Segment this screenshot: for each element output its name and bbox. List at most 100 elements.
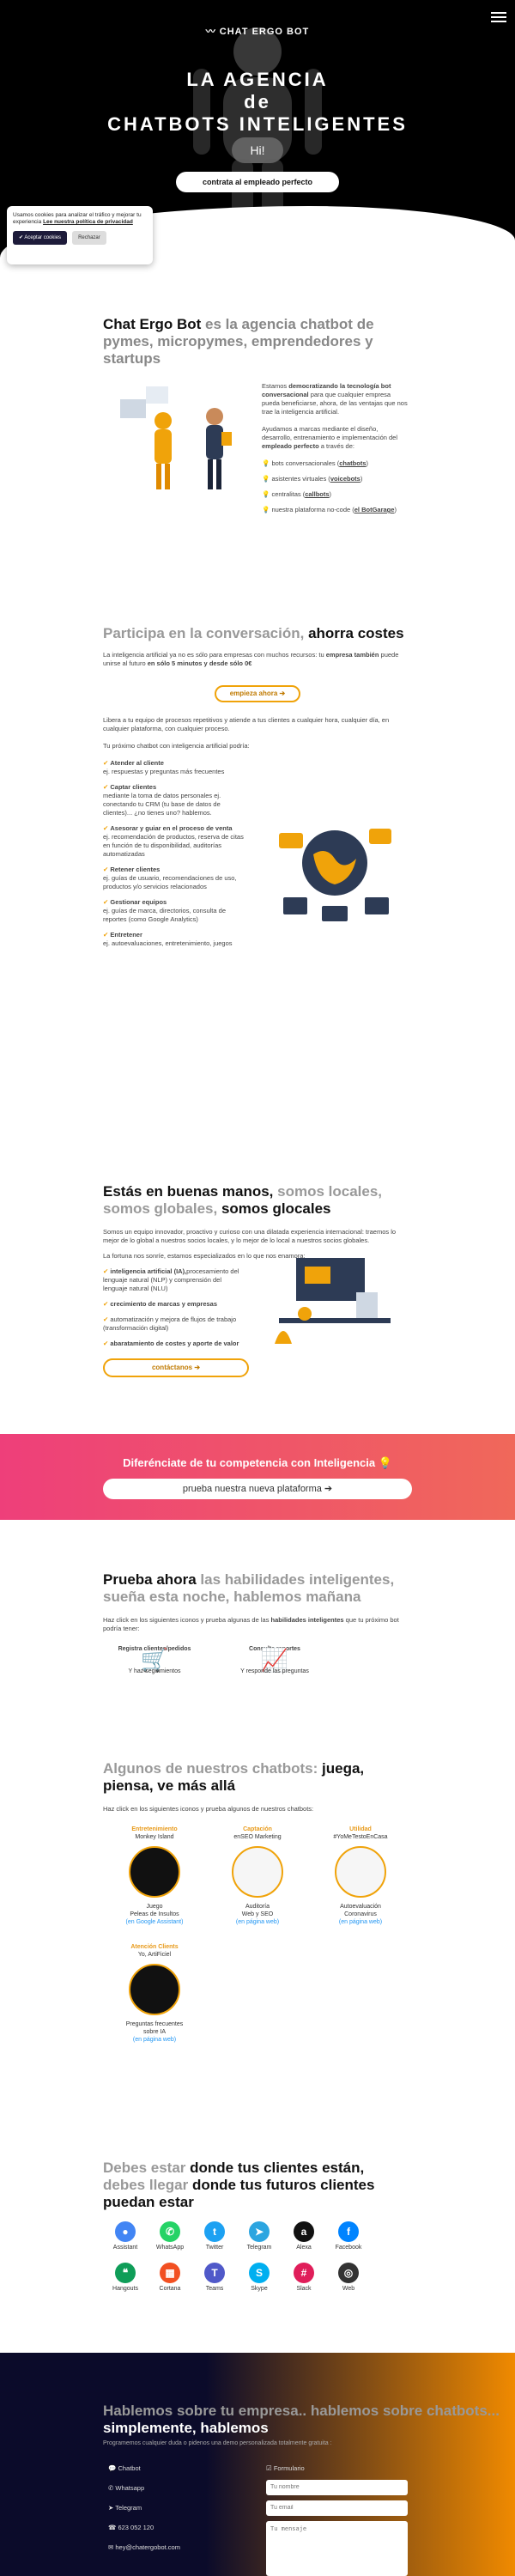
footer-link-label: Chatbot xyxy=(118,2464,141,2472)
channel-skype[interactable]: S Skype xyxy=(237,2263,282,2292)
intro-list-item: 💡 nuestra plataforma no-code (el BotGara… xyxy=(262,506,408,514)
message-field[interactable] xyxy=(266,2521,408,2576)
intro-text: Estamos democratizando la tecnología bot… xyxy=(262,382,408,521)
channel-label: Alexa xyxy=(296,2245,312,2251)
slack-icon: # xyxy=(294,2263,314,2283)
accept-cookies-button[interactable]: ✔ Aceptar cookies xyxy=(13,231,68,245)
channel-label: Slack xyxy=(296,2286,312,2292)
skill-card-orders[interactable]: Registra clientes/pedidos 🛒 Y haz seguim… xyxy=(103,1645,206,1675)
contact-footer: Hablemos sobre tu empresa.. hablemos sob… xyxy=(0,2353,515,2576)
item-link[interactable]: voicebots xyxy=(330,475,360,483)
footer-title-bold: simplemente, hablemos xyxy=(103,2420,269,2436)
team-title-bold: Estás en buenas manos, xyxy=(103,1183,274,1200)
footer-link-whatsapp[interactable]: ✆ Whatsapp xyxy=(108,2484,144,2492)
channel-web[interactable]: ◎ Web xyxy=(326,2263,371,2292)
skills-section: Prueba ahora las habilidades inteligente… xyxy=(0,1571,515,1675)
channel-assistant[interactable]: ● Assistant xyxy=(103,2221,148,2251)
channel-slack[interactable]: # Slack xyxy=(282,2263,326,2292)
chatbot-desc: Autoevaluación xyxy=(340,1904,381,1910)
chatbot-avatar xyxy=(232,1846,283,1898)
item-link[interactable]: el BotGarage xyxy=(354,506,395,513)
feature-title: Gestionar equipos xyxy=(110,898,167,906)
chatbot-name: Monkey Island xyxy=(135,1834,174,1840)
feature-item: ✔ Retener clientes ej. guías de usuario, … xyxy=(103,866,245,891)
skill-card-caption: Y responde las preguntas xyxy=(240,1668,309,1674)
skills-p: Haz click en los siguientes iconos y pru… xyxy=(103,1616,412,1633)
conv-title-light: Participa en la conversación, xyxy=(103,625,305,641)
chatbot-category: Captación xyxy=(243,1826,272,1832)
chatbot-name: Yo, ArtiFiciel xyxy=(137,1952,172,1958)
skills-p-pre: Haz click en los siguientes iconos y pru… xyxy=(103,1616,270,1624)
skype-icon: S xyxy=(249,2263,270,2283)
item-text: nuestra plataforma no-code ( xyxy=(271,506,354,513)
chatbot-desc: Web y SEO xyxy=(241,1911,274,1917)
chatbot-card[interactable]: Entretenimiento Monkey Island Juego Peleas … xyxy=(103,1826,206,1926)
contact-button[interactable]: contáctanos ➔ xyxy=(103,1358,249,1377)
chatbot-avatar xyxy=(129,1846,180,1898)
chatbot-card[interactable]: Atención Clients Yo, ArtiFiciel Preguntas … xyxy=(103,1943,206,2044)
conv-title-bold: ahorra costes xyxy=(308,625,404,641)
channels-title-4: donde tus futuros clientes xyxy=(191,2177,375,2193)
people-illustration xyxy=(120,386,232,489)
item-link[interactable]: callbots xyxy=(305,490,329,498)
channel-teams[interactable]: T Teams xyxy=(192,2263,237,2292)
menu-icon[interactable] xyxy=(491,12,506,22)
intro-list-item: 💡 asistentes virtuales (voicebots) xyxy=(262,475,408,483)
conv-p3: Tu próximo chatbot con inteligencia arti… xyxy=(103,742,250,750)
feature-item: ✔ Entretener ej. autoevaluaciones, entret… xyxy=(103,931,245,948)
globe-illustration xyxy=(279,829,391,921)
channel-cortana[interactable]: ▦ Cortana xyxy=(148,2263,192,2292)
specialty-bold: abaratamiento de costes y aporte de valo… xyxy=(110,1340,239,1347)
item-text: ) xyxy=(360,475,363,483)
chatbot-link[interactable]: (en página web) xyxy=(309,1918,412,1926)
item-text: bots conversacionales ( xyxy=(271,459,340,467)
specialty-item: ✔ crecimiento de marcas y empresas xyxy=(103,1300,245,1309)
channel-facebook[interactable]: f Facebook xyxy=(326,2221,371,2251)
channel-whatsapp[interactable]: ✆ WhatsApp xyxy=(148,2221,192,2251)
channel-hangouts[interactable]: ❝ Hangouts xyxy=(103,2263,148,2292)
hire-button[interactable]: contrata al empleado perfecto xyxy=(176,172,339,192)
chatbot-card[interactable]: Utilidad #YoMeTestoEnCasa Autoevaluación Co… xyxy=(309,1826,412,1926)
channel-alexa[interactable]: a Alexa xyxy=(282,2221,326,2251)
channel-twitter[interactable]: t Twitter xyxy=(192,2221,237,2251)
start-now-button[interactable]: empieza ahora ➔ xyxy=(215,685,300,702)
footer-title: Hablemos sobre tu empresa.. hablemos sob… xyxy=(103,2403,515,2437)
footer-link-phone[interactable]: ☎ 623 052 120 xyxy=(108,2524,154,2531)
intro-p2-post: a través de: xyxy=(320,442,354,450)
item-text: ) xyxy=(394,506,397,513)
chatbot-desc: sobre IA xyxy=(142,2029,167,2035)
logo-icon: 〰 xyxy=(205,27,220,37)
conv-p1-bold2: en sólo 5 minutos y desde sólo 0€ xyxy=(147,659,252,667)
team-section: Estás en buenas manos, somos locales, so… xyxy=(0,1183,515,1377)
chatbot-link[interactable]: (en Google Assistant) xyxy=(103,1918,206,1926)
footer-link-chatbot[interactable]: 💬 Chatbot xyxy=(108,2464,141,2472)
channels-title-2: donde tus clientes están, xyxy=(190,2160,365,2176)
channel-label: Cortana xyxy=(159,2286,181,2292)
bulb-icon: 💡 xyxy=(262,506,272,513)
conversation-section: Participa en la conversación, ahorra cos… xyxy=(0,625,515,955)
whatsapp-icon: ✆ xyxy=(160,2221,180,2242)
item-text: ) xyxy=(366,459,369,467)
bulb-icon: 💡 xyxy=(262,459,272,467)
email-field[interactable] xyxy=(266,2500,408,2516)
skill-card-reports[interactable]: Consulta reportes 📈 Y responde las pregu… xyxy=(223,1645,326,1675)
intro-title: Chat Ergo Bot es la agencia chatbot de p… xyxy=(103,316,412,368)
footer-link-telegram[interactable]: ➤ Telegram xyxy=(108,2504,142,2512)
item-text: centralitas ( xyxy=(271,490,306,498)
footer-link-label: Telegram xyxy=(115,2504,142,2512)
hero-title: LA AGENCIA de CHATBOTS INTELIGENTES xyxy=(0,69,515,136)
reject-cookies-button[interactable]: Rechazar xyxy=(72,231,106,245)
chatbot-link[interactable]: (en página web) xyxy=(103,2036,206,2044)
item-link[interactable]: chatbots xyxy=(339,459,366,467)
logo[interactable]: 〰 CHAT ERGO BOT xyxy=(0,24,515,38)
privacy-link[interactable]: Lee nuestra política de privacidad xyxy=(43,219,133,225)
bulb-icon: 💡 xyxy=(262,475,272,483)
chatbot-desc: Juego xyxy=(146,1904,163,1910)
chatbot-link[interactable]: (en página web) xyxy=(206,1918,309,1926)
chatbot-card[interactable]: Captación enSEO Marketing Auditoría Web y S… xyxy=(206,1826,309,1926)
channel-telegram[interactable]: ➤ Telegram xyxy=(237,2221,282,2251)
cortana-icon: ▦ xyxy=(160,2263,180,2283)
name-field[interactable] xyxy=(266,2480,408,2495)
try-platform-button[interactable]: prueba nuestra nueva plataforma ➔ xyxy=(103,1479,412,1499)
footer-link-email[interactable]: ✉ hey@chatergobot.com xyxy=(108,2543,180,2551)
